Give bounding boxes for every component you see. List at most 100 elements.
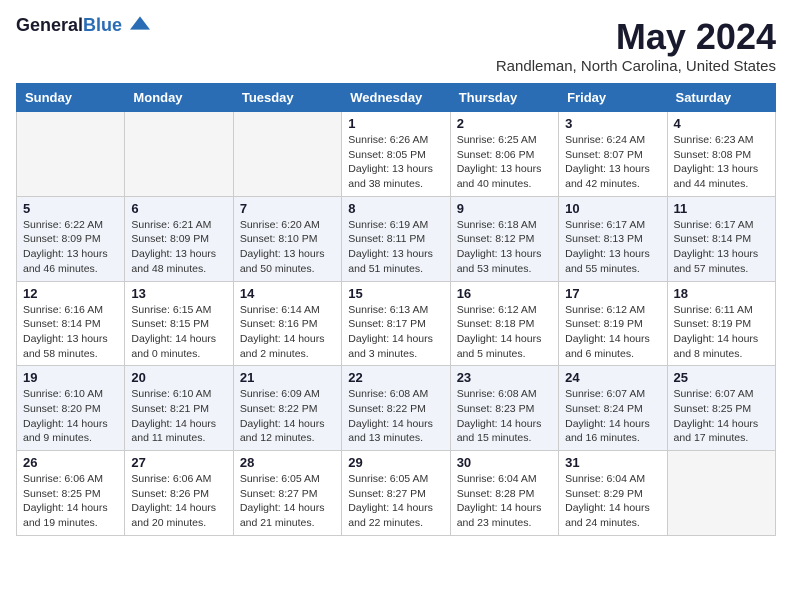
- day-info: Sunrise: 6:04 AM Sunset: 8:29 PM Dayligh…: [565, 472, 660, 531]
- day-number: 7: [240, 201, 335, 216]
- day-number: 24: [565, 370, 660, 385]
- day-number: 6: [131, 201, 226, 216]
- calendar-cell: 18 Sunrise: 6:11 AM Sunset: 8:19 PM Dayli…: [667, 281, 775, 366]
- day-info: Sunrise: 6:05 AM Sunset: 8:27 PM Dayligh…: [240, 472, 335, 531]
- day-info: Sunrise: 6:25 AM Sunset: 8:06 PM Dayligh…: [457, 133, 552, 192]
- weekday-header: Wednesday: [342, 84, 450, 112]
- calendar-table: SundayMondayTuesdayWednesdayThursdayFrid…: [16, 83, 776, 536]
- calendar-cell: 31 Sunrise: 6:04 AM Sunset: 8:29 PM Dayli…: [559, 451, 667, 536]
- day-info: Sunrise: 6:16 AM Sunset: 8:14 PM Dayligh…: [23, 303, 118, 362]
- day-number: 3: [565, 116, 660, 131]
- day-number: 28: [240, 455, 335, 470]
- weekday-header: Tuesday: [233, 84, 341, 112]
- day-number: 20: [131, 370, 226, 385]
- weekday-header: Thursday: [450, 84, 558, 112]
- calendar-cell: 3 Sunrise: 6:24 AM Sunset: 8:07 PM Daylig…: [559, 112, 667, 197]
- calendar-week-row: 12 Sunrise: 6:16 AM Sunset: 8:14 PM Dayli…: [17, 281, 776, 366]
- calendar-cell: 24 Sunrise: 6:07 AM Sunset: 8:24 PM Dayli…: [559, 366, 667, 451]
- calendar-cell: 17 Sunrise: 6:12 AM Sunset: 8:19 PM Dayli…: [559, 281, 667, 366]
- logo-general: GeneralBlue: [16, 16, 150, 36]
- day-info: Sunrise: 6:24 AM Sunset: 8:07 PM Dayligh…: [565, 133, 660, 192]
- day-info: Sunrise: 6:06 AM Sunset: 8:26 PM Dayligh…: [131, 472, 226, 531]
- day-number: 31: [565, 455, 660, 470]
- calendar-cell: 26 Sunrise: 6:06 AM Sunset: 8:25 PM Dayli…: [17, 451, 125, 536]
- day-number: 4: [674, 116, 769, 131]
- calendar-cell: 6 Sunrise: 6:21 AM Sunset: 8:09 PM Daylig…: [125, 196, 233, 281]
- day-number: 29: [348, 455, 443, 470]
- day-info: Sunrise: 6:04 AM Sunset: 8:28 PM Dayligh…: [457, 472, 552, 531]
- calendar-cell: [233, 112, 341, 197]
- day-number: 25: [674, 370, 769, 385]
- day-number: 5: [23, 201, 118, 216]
- calendar-week-row: 19 Sunrise: 6:10 AM Sunset: 8:20 PM Dayli…: [17, 366, 776, 451]
- day-number: 16: [457, 286, 552, 301]
- page-header: GeneralBlue May 2024 Randleman, North Ca…: [16, 16, 776, 75]
- calendar-cell: 13 Sunrise: 6:15 AM Sunset: 8:15 PM Dayli…: [125, 281, 233, 366]
- day-info: Sunrise: 6:22 AM Sunset: 8:09 PM Dayligh…: [23, 218, 118, 277]
- day-info: Sunrise: 6:12 AM Sunset: 8:19 PM Dayligh…: [565, 303, 660, 362]
- day-info: Sunrise: 6:11 AM Sunset: 8:19 PM Dayligh…: [674, 303, 769, 362]
- calendar-cell: 11 Sunrise: 6:17 AM Sunset: 8:14 PM Dayli…: [667, 196, 775, 281]
- day-number: 21: [240, 370, 335, 385]
- day-number: 2: [457, 116, 552, 131]
- calendar-cell: 7 Sunrise: 6:20 AM Sunset: 8:10 PM Daylig…: [233, 196, 341, 281]
- day-info: Sunrise: 6:18 AM Sunset: 8:12 PM Dayligh…: [457, 218, 552, 277]
- day-info: Sunrise: 6:06 AM Sunset: 8:25 PM Dayligh…: [23, 472, 118, 531]
- calendar-cell: 16 Sunrise: 6:12 AM Sunset: 8:18 PM Dayli…: [450, 281, 558, 366]
- day-info: Sunrise: 6:08 AM Sunset: 8:22 PM Dayligh…: [348, 387, 443, 446]
- day-info: Sunrise: 6:21 AM Sunset: 8:09 PM Dayligh…: [131, 218, 226, 277]
- day-info: Sunrise: 6:09 AM Sunset: 8:22 PM Dayligh…: [240, 387, 335, 446]
- calendar-cell: 19 Sunrise: 6:10 AM Sunset: 8:20 PM Dayli…: [17, 366, 125, 451]
- weekday-header: Friday: [559, 84, 667, 112]
- calendar-week-row: 1Sunrise: 6:26 AM Sunset: 8:05 PM Daylig…: [17, 112, 776, 197]
- day-info: Sunrise: 6:05 AM Sunset: 8:27 PM Dayligh…: [348, 472, 443, 531]
- calendar-cell: 29 Sunrise: 6:05 AM Sunset: 8:27 PM Dayli…: [342, 451, 450, 536]
- day-info: Sunrise: 6:12 AM Sunset: 8:18 PM Dayligh…: [457, 303, 552, 362]
- day-info: Sunrise: 6:15 AM Sunset: 8:15 PM Dayligh…: [131, 303, 226, 362]
- day-info: Sunrise: 6:19 AM Sunset: 8:11 PM Dayligh…: [348, 218, 443, 277]
- day-number: 11: [674, 201, 769, 216]
- day-number: 14: [240, 286, 335, 301]
- title-block: May 2024 Randleman, North Carolina, Unit…: [496, 16, 776, 75]
- calendar-cell: 5 Sunrise: 6:22 AM Sunset: 8:09 PM Daylig…: [17, 196, 125, 281]
- day-number: 30: [457, 455, 552, 470]
- calendar-cell: 30 Sunrise: 6:04 AM Sunset: 8:28 PM Dayli…: [450, 451, 558, 536]
- day-number: 26: [23, 455, 118, 470]
- calendar-cell: 27Sunrise: 6:06 AM Sunset: 8:26 PM Dayli…: [125, 451, 233, 536]
- day-number: 8: [348, 201, 443, 216]
- month-title: May 2024: [496, 16, 776, 58]
- day-info: Sunrise: 6:17 AM Sunset: 8:13 PM Dayligh…: [565, 218, 660, 277]
- calendar-week-row: 5 Sunrise: 6:22 AM Sunset: 8:09 PM Daylig…: [17, 196, 776, 281]
- calendar-cell: [125, 112, 233, 197]
- calendar-cell: 23Sunrise: 6:08 AM Sunset: 8:23 PM Dayli…: [450, 366, 558, 451]
- weekday-header: Sunday: [17, 84, 125, 112]
- day-number: 17: [565, 286, 660, 301]
- calendar-week-row: 26 Sunrise: 6:06 AM Sunset: 8:25 PM Dayli…: [17, 451, 776, 536]
- day-number: 12: [23, 286, 118, 301]
- day-number: 19: [23, 370, 118, 385]
- day-info: Sunrise: 6:07 AM Sunset: 8:24 PM Dayligh…: [565, 387, 660, 446]
- calendar-cell: 10 Sunrise: 6:17 AM Sunset: 8:13 PM Dayli…: [559, 196, 667, 281]
- day-info: Sunrise: 6:13 AM Sunset: 8:17 PM Dayligh…: [348, 303, 443, 362]
- day-number: 10: [565, 201, 660, 216]
- weekday-header: Monday: [125, 84, 233, 112]
- day-number: 13: [131, 286, 226, 301]
- day-info: Sunrise: 6:20 AM Sunset: 8:10 PM Dayligh…: [240, 218, 335, 277]
- calendar-cell: 22Sunrise: 6:08 AM Sunset: 8:22 PM Dayli…: [342, 366, 450, 451]
- day-number: 18: [674, 286, 769, 301]
- day-info: Sunrise: 6:26 AM Sunset: 8:05 PM Dayligh…: [348, 133, 443, 192]
- day-info: Sunrise: 6:23 AM Sunset: 8:08 PM Dayligh…: [674, 133, 769, 192]
- day-info: Sunrise: 6:17 AM Sunset: 8:14 PM Dayligh…: [674, 218, 769, 277]
- weekday-header: Saturday: [667, 84, 775, 112]
- calendar-cell: [667, 451, 775, 536]
- day-number: 23: [457, 370, 552, 385]
- calendar-cell: [17, 112, 125, 197]
- calendar-cell: 12 Sunrise: 6:16 AM Sunset: 8:14 PM Dayli…: [17, 281, 125, 366]
- calendar-cell: 4 Sunrise: 6:23 AM Sunset: 8:08 PM Daylig…: [667, 112, 775, 197]
- calendar-cell: 14Sunrise: 6:14 AM Sunset: 8:16 PM Dayli…: [233, 281, 341, 366]
- location: Randleman, North Carolina, United States: [496, 58, 776, 75]
- calendar-cell: 25Sunrise: 6:07 AM Sunset: 8:25 PM Dayli…: [667, 366, 775, 451]
- calendar-cell: 28 Sunrise: 6:05 AM Sunset: 8:27 PM Dayli…: [233, 451, 341, 536]
- day-info: Sunrise: 6:10 AM Sunset: 8:20 PM Dayligh…: [23, 387, 118, 446]
- calendar-cell: 9Sunrise: 6:18 AM Sunset: 8:12 PM Daylig…: [450, 196, 558, 281]
